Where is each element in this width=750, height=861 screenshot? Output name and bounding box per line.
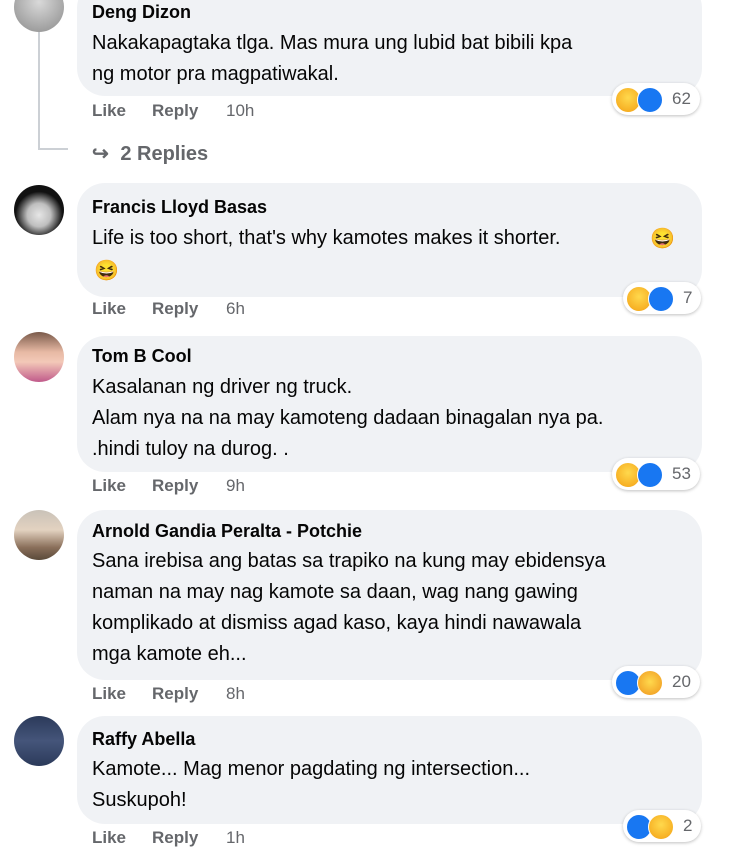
- comment-author[interactable]: Raffy Abella: [92, 729, 195, 750]
- comment-actions: Like Reply 1h: [92, 828, 292, 848]
- comment-author[interactable]: Tom B Cool: [92, 346, 192, 367]
- reaction-count: 2: [683, 816, 693, 835]
- like-button[interactable]: Like: [92, 101, 126, 121]
- avatar[interactable]: [14, 332, 64, 382]
- comment-author[interactable]: Deng Dizon: [92, 2, 191, 23]
- reaction-summary[interactable]: 7: [623, 282, 701, 314]
- reply-button[interactable]: Reply: [152, 299, 198, 319]
- reply-arrow-icon: ↪: [92, 143, 109, 165]
- like-button[interactable]: Like: [92, 299, 126, 319]
- comment-timestamp[interactable]: 8h: [226, 684, 245, 704]
- comment-actions: Like Reply 6h: [92, 299, 292, 319]
- reaction-count: 53: [672, 464, 691, 483]
- comment-author[interactable]: Francis Lloyd Basas: [92, 197, 267, 218]
- replies-count-label: 2 Replies: [120, 143, 209, 165]
- like-icon: [637, 462, 663, 488]
- care-icon: [637, 670, 663, 696]
- like-button[interactable]: Like: [92, 476, 126, 496]
- comment-timestamp[interactable]: 1h: [226, 828, 245, 848]
- comment-text-line: mga kamote eh...: [92, 643, 247, 665]
- comment-text-line: Nakakapagtaka tlga. Mas mura ung lubid b…: [92, 32, 573, 54]
- comment-text-line: Life is too short, that's why kamotes ma…: [92, 227, 561, 249]
- reaction-count: 62: [672, 89, 691, 108]
- comment-text-line: komplikado at dismiss agad kaso, kaya hi…: [92, 612, 582, 634]
- comment-timestamp[interactable]: 10h: [226, 101, 254, 121]
- like-icon: [637, 87, 663, 113]
- view-replies-button[interactable]: ↪ 2 Replies: [92, 141, 208, 166]
- comment-actions: Like Reply 8h: [92, 684, 292, 704]
- comment-text-line: .hindi tuloy na durog. .: [92, 438, 289, 460]
- reply-button[interactable]: Reply: [152, 101, 198, 121]
- reaction-count: 20: [672, 672, 691, 691]
- like-icon: [648, 286, 674, 312]
- laughing-emoji: 😆: [94, 260, 119, 282]
- reply-button[interactable]: Reply: [152, 476, 198, 496]
- comment-timestamp[interactable]: 9h: [226, 476, 245, 496]
- reply-button[interactable]: Reply: [152, 684, 198, 704]
- reply-thread-line: [38, 20, 40, 148]
- comment-text-line: ng motor pra magpatiwakal.: [92, 63, 339, 85]
- like-button[interactable]: Like: [92, 828, 126, 848]
- comment-text-line: Kasalanan ng driver ng truck.: [92, 376, 353, 398]
- haha-icon: [648, 814, 674, 840]
- comment-text-line: Sana irebisa ang batas sa trapiko na kun…: [92, 550, 606, 572]
- comment-actions: Like Reply 10h: [92, 101, 292, 121]
- avatar[interactable]: [14, 0, 64, 32]
- comment-actions: Like Reply 9h: [92, 476, 292, 496]
- comment-text-line: Alam nya na na may kamoteng dadaan binag…: [92, 407, 604, 429]
- avatar[interactable]: [14, 510, 64, 560]
- reaction-summary[interactable]: 53: [612, 458, 700, 490]
- comment-timestamp[interactable]: 6h: [226, 299, 245, 319]
- reply-thread-line-curve: [38, 148, 68, 150]
- reaction-count: 7: [683, 288, 693, 307]
- reaction-summary[interactable]: 20: [612, 666, 700, 698]
- comment-author[interactable]: Arnold Gandia Peralta - Potchie: [92, 521, 362, 542]
- like-button[interactable]: Like: [92, 684, 126, 704]
- reply-button[interactable]: Reply: [152, 828, 198, 848]
- avatar[interactable]: [14, 185, 64, 235]
- comment-text-line: Suskupoh!: [92, 789, 187, 811]
- comment-text-line: naman na may nag kamote sa daan, wag nan…: [92, 581, 578, 603]
- avatar[interactable]: [14, 716, 64, 766]
- reaction-summary[interactable]: 62: [612, 83, 700, 115]
- reaction-summary[interactable]: 2: [623, 810, 701, 842]
- laughing-emoji: 😆: [650, 228, 675, 250]
- comment-text-line: Kamote... Mag menor pagdating ng interse…: [92, 758, 531, 780]
